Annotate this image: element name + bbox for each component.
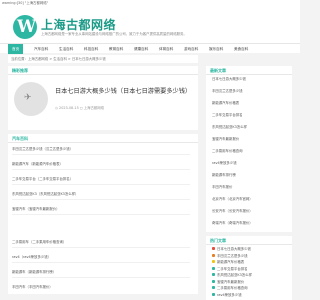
hot-item-label: 宝骏汽车最新报价: [217, 279, 245, 284]
rank-dot: [212, 260, 215, 263]
latest-item[interactable]: 二手乘用车价格查询: [212, 149, 288, 153]
nav-item-edu[interactable]: 教育百科: [105, 44, 127, 54]
breadcrumb: 当前位置：上海古都网络 > 生活百科 > 日本七日游大概多少钱: [8, 55, 198, 63]
divider: [206, 74, 292, 75]
latest-item[interactable]: 二手车交易平台排名: [212, 113, 288, 117]
nav-item-ent[interactable]: 娱乐百科: [205, 44, 227, 54]
divider: [8, 142, 198, 143]
rank-dot: [212, 273, 215, 276]
list-item[interactable]: 丰田汉兰达是多少钱（汉兰达是多少钱）: [12, 147, 190, 151]
list-item[interactable]: 东风悦达起亚K3（东风悦达起亚K3怎么样）: [12, 192, 190, 196]
latest-item[interactable]: 新能源车排行榜: [212, 173, 288, 177]
main-nav: 首页 汽车百科 生活百科 科技百科 教育百科 健康百科 体育百科 游戏百科 娱乐…: [0, 43, 300, 54]
list-item[interactable]: 新能源汽车（新能源汽车价格表）: [12, 162, 190, 166]
top-bar-text: warning:[30] "上海古都网络": [2, 1, 49, 5]
list-item[interactable]: 宝骏汽车（宝骏汽车最新报价）: [12, 207, 190, 211]
recommend-title: 精彩推荐: [12, 68, 28, 73]
hot-item[interactable]: 二手车交易平台排名: [212, 266, 288, 271]
divider: [12, 247, 190, 248]
top-bar: warning:[30] "上海古都网络": [0, 0, 300, 7]
featured-image[interactable]: ✈: [14, 82, 48, 116]
site-logo[interactable]: W: [13, 15, 37, 39]
latest-item[interactable]: 宝骏汽车最新报价: [212, 137, 288, 141]
hot-item[interactable]: rav4荣放多少钱: [212, 292, 288, 297]
list-item[interactable]: 二手乘用车（二手乘用车价格查询）: [12, 240, 190, 244]
featured-title[interactable]: 日本七日游大概多少钱（日本七日游需要多少钱）: [55, 88, 191, 96]
hot-item-label: 二手乘用车价格查询: [217, 286, 248, 290]
hot-item[interactable]: 宝骏汽车最新报价: [212, 279, 288, 284]
plane-icon: ✈: [24, 93, 32, 103]
site-name[interactable]: 上海古都网络: [41, 16, 116, 33]
hot-item[interactable]: 日本七日游大概多少钱: [212, 247, 288, 251]
rank-dot: [212, 247, 215, 250]
nav-item-sports[interactable]: 体育百科: [155, 44, 177, 54]
divider: [206, 244, 292, 245]
rank-dot: [212, 286, 215, 289]
list-item[interactable]: 新能源车（新能源车排行榜）: [12, 270, 190, 274]
hot-item[interactable]: 二手乘用车价格查询: [212, 286, 288, 290]
latest-item[interactable]: 日本七日游大概多少钱: [212, 77, 288, 81]
rank-dot: [212, 253, 215, 257]
nav-item-food[interactable]: 美食百科: [230, 44, 252, 54]
latest-item[interactable]: 长安汽车（长安汽车报价）: [212, 209, 288, 213]
featured-meta: ◷ 2023-08-15 ◻ 上海古都网络: [55, 106, 105, 110]
nav-item-life[interactable]: 生活百科: [55, 44, 77, 54]
latest-item[interactable]: 新能源汽车价格表: [212, 101, 288, 105]
divider: [12, 277, 190, 278]
hot-item-label: 日本七日游大概多少钱: [217, 247, 251, 251]
latest-item[interactable]: 丰田汉兰达是多少钱: [212, 89, 288, 93]
hot-item-label: 丰田汉兰达是多少钱: [217, 253, 248, 258]
rank-dot: [212, 292, 215, 296]
hot-item-label: 东风悦达起亚K3怎么样: [217, 273, 252, 277]
latest-item[interactable]: 奇瑞汽车（奇瑞汽车报价）: [212, 221, 288, 225]
latest-item[interactable]: 丰田汽车报价: [212, 185, 288, 189]
hot-item-label: rav4荣放多少钱: [217, 292, 242, 297]
list-item[interactable]: rav4（rav4荣放多少钱）: [12, 255, 190, 259]
latest-item[interactable]: rav4荣放多少钱: [212, 161, 288, 165]
divider: [12, 169, 190, 170]
auto-title: 汽车百科: [12, 136, 28, 141]
divider: [8, 74, 198, 75]
divider: [12, 184, 190, 185]
nav-item-games[interactable]: 游戏百科: [180, 44, 202, 54]
hot-item-label: 新能源汽车价格表: [217, 260, 245, 264]
list-item[interactable]: 丰田汽车（丰田汽车报价）: [12, 285, 190, 289]
rank-dot: [212, 266, 215, 270]
hot-item[interactable]: 东风悦达起亚K3怎么样: [212, 273, 288, 277]
hot-title: 热门文章: [210, 238, 226, 243]
hot-item[interactable]: 丰田汉兰达是多少钱: [212, 253, 288, 258]
latest-item[interactable]: 北京汽车（北京汽车官网）: [212, 197, 288, 201]
hot-item-label: 二手车交易平台排名: [217, 266, 248, 271]
divider: [12, 214, 190, 215]
latest-title: 最新文章: [210, 68, 226, 73]
divider: [12, 199, 190, 200]
hot-item[interactable]: 新能源汽车价格表: [212, 260, 288, 264]
nav-item-tech[interactable]: 科技百科: [80, 44, 102, 54]
latest-item[interactable]: 东风悦达起亚K3怎么样: [212, 125, 288, 129]
nav-item-auto[interactable]: 汽车百科: [30, 44, 52, 54]
list-item[interactable]: 二手车交易平台（二手车交易平台排名）: [12, 177, 190, 181]
logo-letter: W: [17, 17, 37, 37]
nav-item-health[interactable]: 健康百科: [130, 44, 152, 54]
divider: [12, 154, 190, 155]
site-header: W 上海古都网络 上海古都网络是一家专业从事网站建设与网络推广的公司，致力于为客…: [0, 7, 300, 43]
site-description: 上海古都网络是一家专业从事网站建设与网络推广的公司，致力于为客户提供高质量的网络…: [41, 32, 187, 36]
nav-item-home[interactable]: 首页: [8, 44, 24, 54]
divider: [12, 262, 190, 263]
rank-dot: [212, 279, 215, 283]
